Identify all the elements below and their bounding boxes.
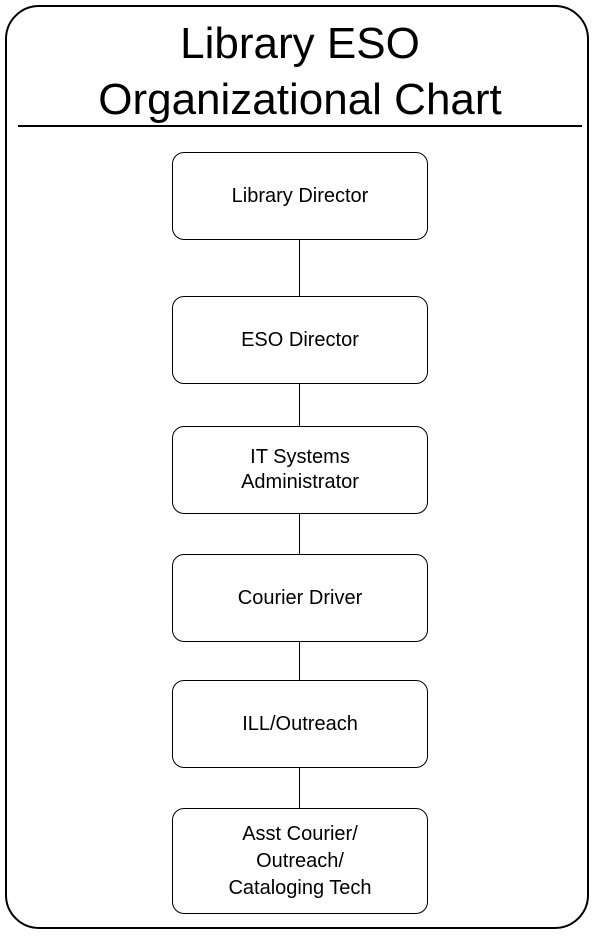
- title-divider: [18, 125, 582, 127]
- node-it-systems-administrator: IT Systems Administrator: [172, 426, 428, 514]
- chart-title-line-2: Organizational Chart: [98, 75, 502, 124]
- connector-courier-driver-to-ill-outreach: [299, 640, 300, 682]
- connector-eso-director-to-it-systems-administrator: [299, 384, 300, 426]
- node-eso-director: ESO Director: [172, 296, 428, 384]
- node-courier-driver: Courier Driver: [172, 554, 428, 642]
- connector-ill-outreach-to-asst-courier: [299, 768, 300, 810]
- connector-it-systems-administrator-to-courier-driver: [299, 514, 300, 556]
- node-library-director: Library Director: [172, 152, 428, 240]
- node-ill-outreach: ILL/Outreach: [172, 680, 428, 768]
- node-asst-courier-outreach-cataloging-tech: Asst Courier/ Outreach/ Cataloging Tech: [172, 808, 428, 914]
- chart-title-line-1: Library ESO: [180, 19, 420, 68]
- connector-library-director-to-eso-director: [299, 240, 300, 296]
